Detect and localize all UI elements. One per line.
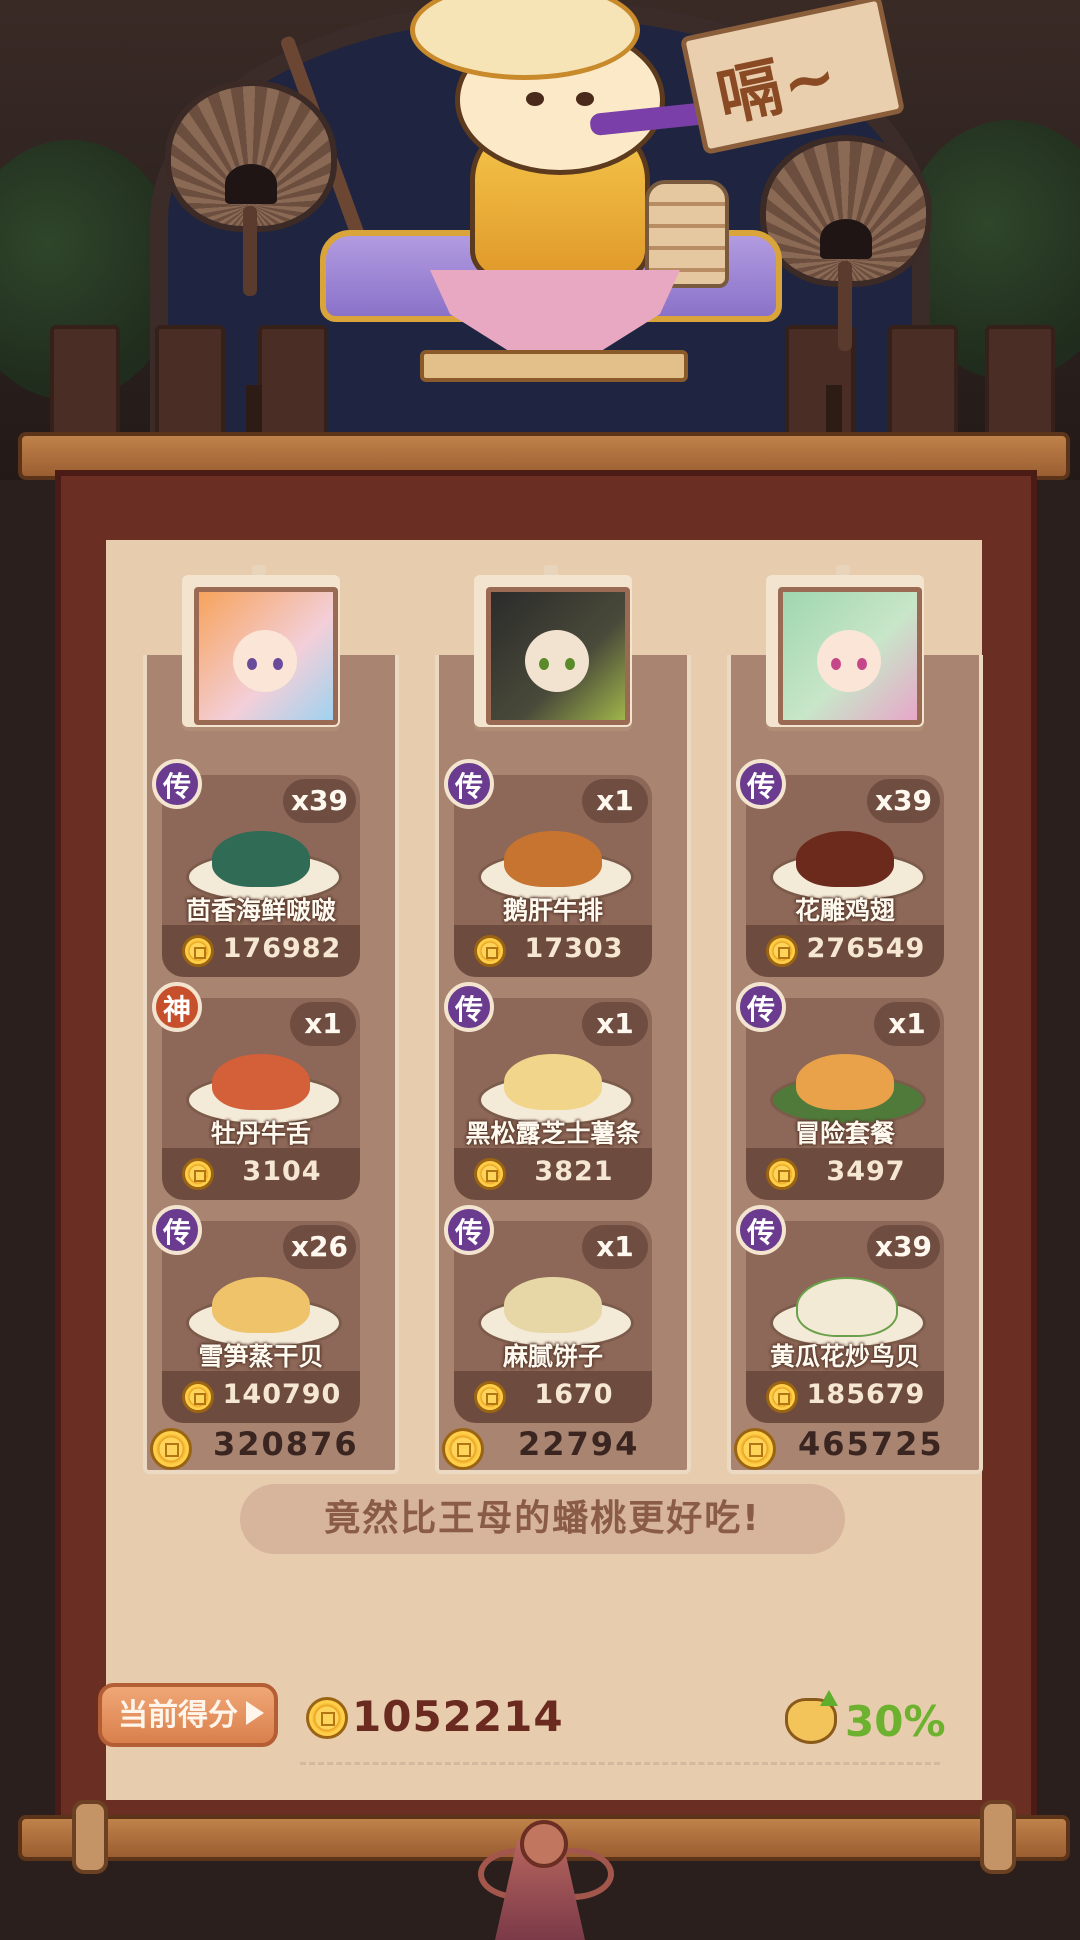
- coin-icon: [182, 1158, 214, 1190]
- coin-icon: [306, 1697, 348, 1739]
- guest-portrait-1[interactable]: [182, 575, 340, 727]
- dish-value: 185679: [806, 1379, 926, 1410]
- dish-name: 麻腻饼子: [502, 1342, 603, 1371]
- rarity-badge: 传: [444, 982, 494, 1032]
- dish-card[interactable]: 传 x39 黄瓜花炒鸟贝 185679: [736, 1205, 944, 1423]
- rarity-badge: 神: [152, 982, 202, 1032]
- coin-icon: [766, 1158, 798, 1190]
- rarity-badge: 传: [444, 1205, 494, 1255]
- dish-card[interactable]: 神 x1 牡丹牛舌 3104: [152, 982, 360, 1200]
- play-arrow-icon: [246, 1701, 264, 1725]
- dish-quantity: x1: [582, 1225, 648, 1269]
- dish-value: 140790: [222, 1379, 342, 1410]
- dish-name: 黑松露芝士薯条: [465, 1119, 641, 1148]
- dish-name: 牡丹牛舌: [210, 1119, 311, 1148]
- dish-card[interactable]: 传 x1 黑松露芝士薯条 3821: [444, 982, 652, 1200]
- dish-quantity: x1: [874, 1002, 940, 1046]
- dish-value: 3821: [534, 1156, 614, 1187]
- dish-card[interactable]: 传 x39 花雕鸡翅 276549: [736, 759, 944, 977]
- column-total: 465725: [798, 1425, 944, 1463]
- bonus-percent: 30%: [845, 1697, 946, 1746]
- dish-name: 冒险套餐: [794, 1119, 895, 1148]
- dish-value: 1670: [534, 1379, 614, 1410]
- dish-value: 3104: [242, 1156, 322, 1187]
- coin-icon: [150, 1428, 192, 1470]
- dish-quantity: x1: [290, 1002, 356, 1046]
- dish-card[interactable]: 传 x1 麻腻饼子 1670: [444, 1205, 652, 1423]
- knot-icon: [520, 1820, 568, 1868]
- character-green-hair-icon: [778, 587, 922, 725]
- coin-icon: [474, 1381, 506, 1413]
- guest-portrait-2[interactable]: [474, 575, 632, 727]
- dish-value: 276549: [806, 933, 926, 964]
- table-stand: [420, 350, 688, 382]
- dish-value: 17303: [524, 933, 624, 964]
- up-arrow-icon: [820, 1690, 838, 1706]
- hand-fan-icon: [760, 135, 932, 351]
- dish-quantity: x1: [582, 1002, 648, 1046]
- character-cat-witch-icon: [486, 587, 630, 725]
- coin-icon: [474, 935, 506, 967]
- coin-icon: [442, 1428, 484, 1470]
- dish-value: 176982: [222, 933, 342, 964]
- dish-name: 鹅肝牛排: [502, 896, 603, 925]
- current-score-value: 1052214: [352, 1692, 564, 1741]
- coin-icon: [182, 935, 214, 967]
- dish-card[interactable]: 传 x1 冒险套餐 3497: [736, 982, 944, 1200]
- dish-quantity: x39: [282, 779, 356, 823]
- rarity-badge: 传: [152, 759, 202, 809]
- dish-value: 3497: [826, 1156, 906, 1187]
- column-total: 22794: [518, 1425, 640, 1463]
- shop-scene: 嗝~: [0, 0, 1080, 480]
- coin-icon: [734, 1428, 776, 1470]
- guest-portrait-3[interactable]: [766, 575, 924, 727]
- hand-fan-icon: [165, 80, 337, 296]
- dish-name: 茴香海鲜啵啵: [185, 896, 336, 925]
- roller-cap: [72, 1800, 108, 1874]
- dish-name: 花雕鸡翅: [794, 896, 895, 925]
- dish-quantity: x1: [582, 779, 648, 823]
- coin-icon: [766, 935, 798, 967]
- coin-icon: [474, 1158, 506, 1190]
- dish-name: 雪笋蒸干贝: [198, 1342, 324, 1371]
- dish-card[interactable]: 传 x1 鹅肝牛排 17303: [444, 759, 652, 977]
- dish-card[interactable]: 传 x26 雪笋蒸干贝 140790: [152, 1205, 360, 1423]
- rarity-badge: 传: [152, 1205, 202, 1255]
- coin-icon: [182, 1381, 214, 1413]
- burp-sign-text: 嗝~: [710, 38, 846, 137]
- coin-icon: [766, 1381, 798, 1413]
- food: [212, 831, 310, 887]
- dish-quantity: x39: [866, 779, 940, 823]
- guest-comment: 竟然比王母的蟠桃更好吃!: [240, 1484, 845, 1554]
- dish-quantity: x26: [282, 1225, 356, 1269]
- rarity-badge: 传: [736, 759, 786, 809]
- dish-quantity: x39: [866, 1225, 940, 1269]
- rarity-badge: 传: [736, 982, 786, 1032]
- rarity-badge: 传: [736, 1205, 786, 1255]
- score-divider: [300, 1762, 940, 1765]
- roller-cap: [980, 1800, 1016, 1874]
- dish-card[interactable]: 传 x39 茴香海鲜啵啵 176982: [152, 759, 360, 977]
- dish-name: 黄瓜花炒鸟贝: [769, 1342, 920, 1371]
- character-pink-hair-icon: [194, 587, 338, 725]
- column-total: 320876: [213, 1425, 359, 1463]
- rarity-badge: 传: [444, 759, 494, 809]
